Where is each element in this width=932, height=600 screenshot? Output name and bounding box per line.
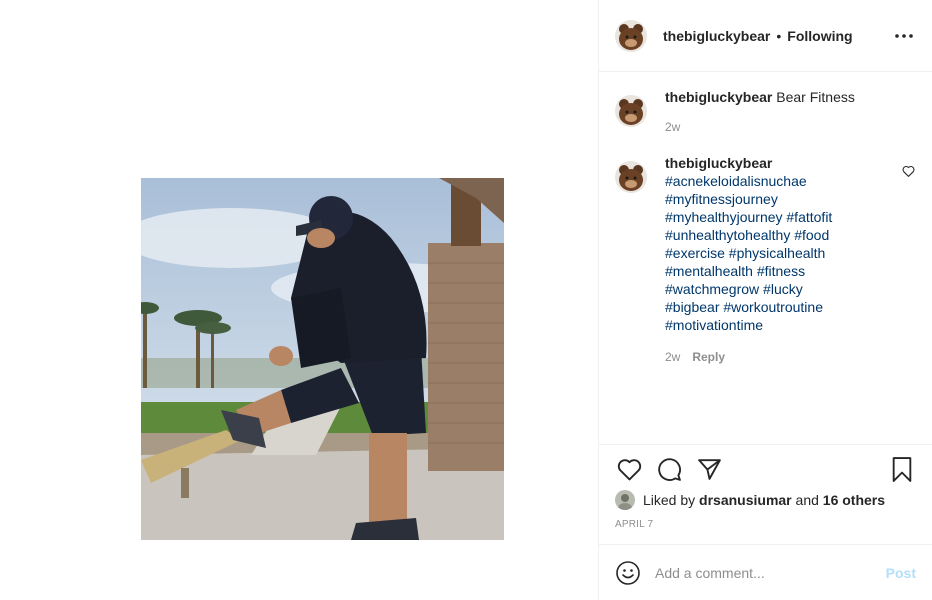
hashtag-line[interactable]: #acnekeloidalisnuchae — [665, 172, 894, 190]
post-date[interactable]: APRIL 7 — [615, 519, 916, 530]
caption-username[interactable]: thebigluckybear — [665, 89, 772, 105]
comment-body: thebigluckybear #acnekeloidalisnuchae #m… — [665, 154, 894, 366]
hashtag-line[interactable]: #motivationtime — [665, 316, 894, 334]
comment-icon[interactable] — [655, 455, 683, 483]
emoji-icon[interactable] — [615, 560, 641, 586]
heart-icon[interactable] — [615, 455, 643, 483]
post-sidebar: thebigluckybear • Following thebigluckyb… — [598, 0, 932, 600]
header-names: thebigluckybear • Following — [663, 28, 892, 44]
post-header: thebigluckybear • Following — [599, 0, 932, 72]
action-icons — [615, 445, 916, 493]
hashtag-line[interactable]: #myfitnessjourney — [665, 190, 894, 208]
likes-summary: Liked by drsanusiumar and 16 others — [615, 489, 916, 511]
hashtag-line[interactable]: #watchmegrow #lucky — [665, 280, 894, 298]
post-button[interactable]: Post — [886, 565, 916, 581]
comment-username[interactable]: thebigluckybear — [665, 155, 772, 171]
add-comment-bar: Add a comment... Post — [599, 544, 932, 600]
liked-by-prefix: Liked by — [643, 492, 696, 508]
caption-text: Bear Fitness — [776, 89, 855, 105]
hashtag-line[interactable]: #mentalhealth #fitness — [665, 262, 894, 280]
separator-dot: • — [776, 27, 782, 44]
caption-body: thebigluckybear Bear Fitness 2w — [665, 88, 916, 136]
bookmark-icon[interactable] — [888, 455, 916, 483]
caption-meta: 2w — [665, 118, 916, 136]
more-options-icon[interactable] — [892, 24, 916, 48]
post-actions: Liked by drsanusiumar and 16 others APRI… — [599, 444, 932, 530]
hashtag-line[interactable]: #myhealthyjourney #fattofit — [665, 208, 894, 226]
caption: thebigluckybear Bear Fitness 2w — [615, 88, 916, 136]
liked-and: and — [795, 492, 819, 508]
avatar[interactable] — [615, 95, 647, 127]
share-icon[interactable] — [695, 455, 723, 483]
avatar[interactable] — [615, 19, 647, 52]
reply-button[interactable]: Reply — [692, 348, 725, 366]
post-photo[interactable] — [141, 178, 504, 540]
comment-input[interactable]: Add a comment... — [655, 565, 886, 581]
following-button[interactable]: Following — [787, 28, 852, 44]
comment: thebigluckybear #acnekeloidalisnuchae #m… — [615, 154, 916, 366]
others-count[interactable]: 16 others — [823, 492, 885, 508]
media-pane — [0, 0, 598, 600]
header-username[interactable]: thebigluckybear — [663, 28, 770, 44]
liker-avatar[interactable] — [615, 490, 635, 510]
comment-time[interactable]: 2w — [665, 348, 680, 366]
hashtag-line[interactable]: #exercise #physicalhealth — [665, 244, 894, 262]
post-page: thebigluckybear • Following thebigluckyb… — [0, 0, 932, 600]
liker-username[interactable]: drsanusiumar — [699, 492, 792, 508]
comment-like-heart-icon[interactable] — [902, 164, 916, 178]
caption-time[interactable]: 2w — [665, 118, 680, 136]
hashtag-line[interactable]: #bigbear #workoutroutine — [665, 298, 894, 316]
comment-meta: 2w Reply — [665, 348, 894, 366]
hashtag-line[interactable]: #unhealthytohealthy #food — [665, 226, 894, 244]
comments-list: thebigluckybear Bear Fitness 2w thebiglu… — [599, 72, 932, 444]
avatar[interactable] — [615, 161, 647, 193]
